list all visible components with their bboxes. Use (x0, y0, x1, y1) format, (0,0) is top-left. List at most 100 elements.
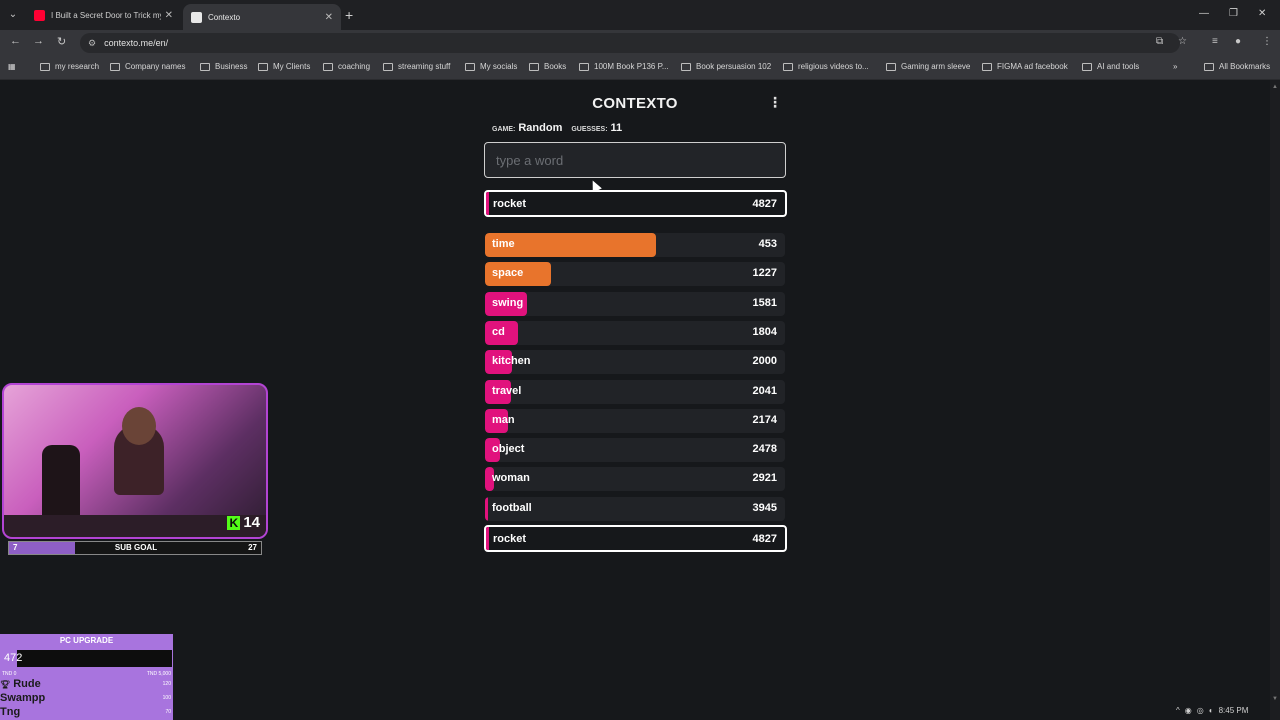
guess-word: man (492, 413, 515, 426)
guess-word: rocket (493, 198, 527, 210)
apps-grid-icon[interactable]: ▦ (8, 62, 16, 71)
folder-icon (465, 62, 475, 71)
guesses-label: GUESSES: (571, 126, 608, 133)
bookmark-folder[interactable]: My socials (465, 62, 517, 71)
game-value: Random (518, 122, 563, 134)
guess-row: space 1227 (485, 262, 785, 287)
page-title: CONTEXTO (592, 95, 678, 112)
guess-rank: 2000 (752, 355, 777, 368)
guess-rank: 4827 (752, 198, 777, 210)
bookmark-folder[interactable]: my research (40, 62, 99, 71)
pc-upgrade-min: TND 0 (2, 671, 17, 677)
tab-search-icon[interactable]: ⌄ (4, 6, 22, 24)
more-bookmarks-icon[interactable]: » (1173, 62, 1177, 71)
tray-chevron-icon[interactable]: ^ (1176, 706, 1180, 715)
bookmark-label: Company names (125, 62, 186, 71)
restore-icon[interactable]: ❐ (1229, 8, 1238, 19)
kick-count: 14 (243, 514, 260, 531)
bookmark-label: My Clients (273, 62, 311, 71)
guess-word: object (492, 443, 525, 456)
guess-rank: 3945 (752, 501, 777, 514)
folder-icon (258, 62, 268, 71)
bookmark-folder[interactable]: 100M Book P136 P... (579, 62, 669, 71)
bookmark-label: Business (215, 62, 248, 71)
guess-rank: 4827 (752, 533, 777, 545)
bookmark-label: Gaming arm sleeve (901, 62, 971, 71)
bookmark-star-icon[interactable]: ☆ (1178, 36, 1187, 47)
guess-row: football 3945 (485, 496, 785, 521)
guess-row: cd 1804 (485, 320, 785, 345)
last-guess-row: rocket 4827 (484, 190, 787, 217)
bookmark-folder[interactable]: My Clients (258, 62, 310, 71)
all-bookmarks[interactable]: All Bookmarks (1204, 62, 1270, 71)
chrome-menu-icon[interactable]: ⋮ (1262, 36, 1272, 47)
guess-word: time (492, 238, 515, 250)
minimize-icon[interactable]: — (1199, 8, 1209, 19)
streamer-head (122, 407, 156, 445)
bookmark-folder[interactable]: streaming stuff (383, 62, 450, 71)
tray-clock[interactable]: 8:45 PM (1219, 706, 1249, 715)
donor-name: Swampp (0, 692, 46, 704)
guess-row: woman 2921 (485, 467, 785, 492)
bookmark-folder[interactable]: coaching (323, 62, 370, 71)
reload-icon[interactable]: ↻ (57, 35, 66, 48)
contexto-icon (191, 11, 202, 23)
guess-row: object 2478 (485, 438, 785, 463)
bookmarks-bar: ▦ my research Company names Business My … (0, 56, 1280, 80)
guess-rank: 1581 (752, 296, 777, 309)
page-scrollbar[interactable]: ▲ ▼ (1270, 80, 1280, 720)
kick-logo-icon: K (227, 515, 241, 530)
rank-bar (486, 192, 489, 215)
scroll-up-icon[interactable]: ▲ (1272, 84, 1278, 90)
volume-icon[interactable]: ◐ (1209, 706, 1214, 715)
menu-dots-icon[interactable]: ⋮ (768, 94, 782, 111)
browser-toolbar: ← → ↻ ⚙ contexto.me/en/ ⧉ ☆ ≡ ● ⋮ (0, 30, 1280, 56)
sub-goal-label: SUB GOAL (114, 543, 158, 552)
kick-viewer-count: K 14 (227, 514, 260, 531)
extensions-icon[interactable]: ≡ (1212, 36, 1218, 47)
bookmark-folder[interactable]: AI and tools (1082, 62, 1139, 71)
game-label: GAME: (492, 126, 516, 133)
folder-icon (40, 62, 50, 71)
folder-icon (383, 62, 393, 71)
folder-icon (110, 62, 120, 71)
tab-contexto[interactable]: Contexto ✕ (183, 4, 341, 30)
folder-icon (529, 62, 539, 71)
trophy-icon: 🏆︎ (0, 680, 11, 689)
bookmark-folder[interactable]: Business (200, 62, 247, 71)
rank-bar (486, 527, 489, 550)
forward-icon[interactable]: → (33, 35, 44, 47)
donor-row: Tng 70 (0, 706, 173, 718)
folder-icon (982, 62, 992, 71)
bookmark-folder[interactable]: Gaming arm sleeve (886, 62, 970, 71)
donor-name: Rude (13, 678, 41, 690)
guess-word: swing (492, 296, 524, 309)
guess-rank: 2174 (752, 413, 777, 426)
profile-avatar-icon[interactable]: ● (1235, 36, 1241, 47)
bookmark-folder[interactable]: religious videos to... (783, 62, 869, 71)
bookmark-folder[interactable]: FIGMA ad facebook (982, 62, 1068, 71)
tray-app-icon[interactable]: ◉ (1185, 706, 1192, 715)
new-tab-icon[interactable]: + (345, 7, 353, 23)
guess-word: kitchen (492, 355, 531, 368)
network-icon[interactable]: ◎ (1197, 706, 1204, 715)
tab-youtube[interactable]: I Built a Secret Door to Trick my ✕ (26, 4, 181, 26)
window-close-icon[interactable]: ✕ (1258, 8, 1266, 19)
word-input[interactable] (484, 142, 786, 178)
pc-upgrade-amount: 472 (4, 652, 23, 664)
guess-rank: 2041 (752, 384, 777, 397)
address-bar[interactable]: ⚙ contexto.me/en/ (80, 33, 1180, 53)
install-app-icon[interactable]: ⧉ (1156, 36, 1163, 47)
bookmark-folder[interactable]: Company names (110, 62, 185, 71)
pc-upgrade-bar: 472 (1, 650, 172, 667)
back-icon[interactable]: ← (10, 35, 21, 47)
sub-goal-bar: 7 SUB GOAL 27 (8, 541, 262, 555)
bookmark-folder[interactable]: Books (529, 62, 566, 71)
bookmark-folder[interactable]: Book persuasion 102 (681, 62, 771, 71)
close-icon[interactable]: ✕ (165, 10, 173, 21)
site-info-icon[interactable]: ⚙ (88, 38, 96, 49)
scroll-down-icon[interactable]: ▼ (1272, 696, 1278, 702)
close-icon[interactable]: ✕ (325, 12, 333, 23)
guess-word: football (492, 501, 532, 514)
bookmark-label: religious videos to... (798, 62, 869, 71)
